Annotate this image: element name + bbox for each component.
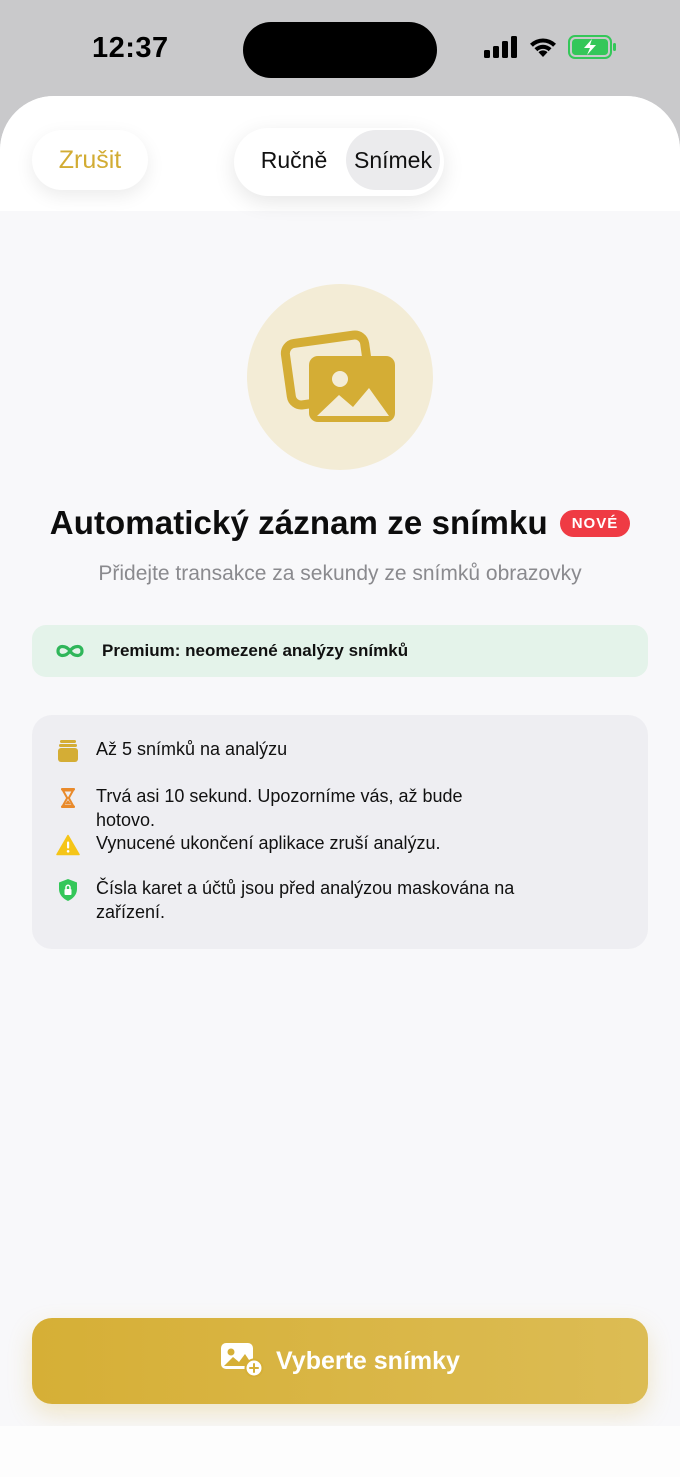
title-row: Automatický záznam ze snímku NOVÉ (0, 504, 680, 542)
new-badge: NOVÉ (559, 509, 631, 537)
info-text: Čísla karet a účtů jsou před analýzou ma… (96, 878, 515, 922)
info-item: Až 5 snímků na analýzu (56, 737, 526, 763)
info-text: Trvá asi 10 sekund. Upozorníme vás, až b… (96, 786, 463, 830)
status-bar: 12:37 (0, 0, 680, 96)
info-text: Vynucené ukončení aplikace zruší analýzu… (96, 833, 441, 853)
hero-icon-circle (247, 284, 433, 470)
infinity-icon (54, 642, 86, 660)
add-photo-icon (220, 1341, 264, 1382)
lock-shield-icon (56, 878, 80, 902)
cta-label: Vyberte snímky (276, 1346, 460, 1375)
mode-segmented-control: Ručně Snímek (234, 128, 444, 196)
status-icons (484, 35, 618, 64)
page-title: Automatický záznam ze snímku (49, 504, 548, 541)
page-subtitle: Přidejte transakce za sekundy ze snímků … (98, 562, 582, 585)
info-item: Trvá asi 10 sekund. Upozorníme vás, až b… (56, 784, 526, 832)
info-item: Vynucené ukončení aplikace zruší analýzu… (56, 831, 526, 857)
cancel-button[interactable]: Zrušit (32, 130, 148, 190)
signal-icon (484, 36, 518, 63)
status-time: 12:37 (92, 32, 169, 64)
hourglass-icon (56, 786, 80, 810)
select-screenshots-button[interactable]: Vyberte snímky (32, 1318, 648, 1404)
premium-banner: Premium: neomezené analýzy snímků (32, 625, 648, 677)
premium-text: Premium: neomezené analýzy snímků (102, 641, 409, 660)
dynamic-island (243, 22, 437, 78)
segment-screenshot[interactable]: Snímek (346, 130, 440, 190)
modal-sheet: Zrušit Ručně Snímek Automatický záznam z… (0, 96, 680, 1477)
info-item: Čísla karet a účtů jsou před analýzou ma… (56, 876, 526, 924)
bottom-safe-area (0, 1426, 680, 1477)
info-text: Až 5 snímků na analýzu (96, 739, 288, 759)
warning-icon (56, 833, 80, 857)
stack-icon (56, 739, 80, 763)
wifi-icon (528, 36, 558, 63)
photos-icon (247, 330, 433, 474)
segment-manual[interactable]: Ručně (242, 130, 346, 190)
info-card: Až 5 snímků na analýzu Trvá asi 10 sekun… (32, 715, 648, 949)
battery-charging-icon (568, 35, 618, 64)
